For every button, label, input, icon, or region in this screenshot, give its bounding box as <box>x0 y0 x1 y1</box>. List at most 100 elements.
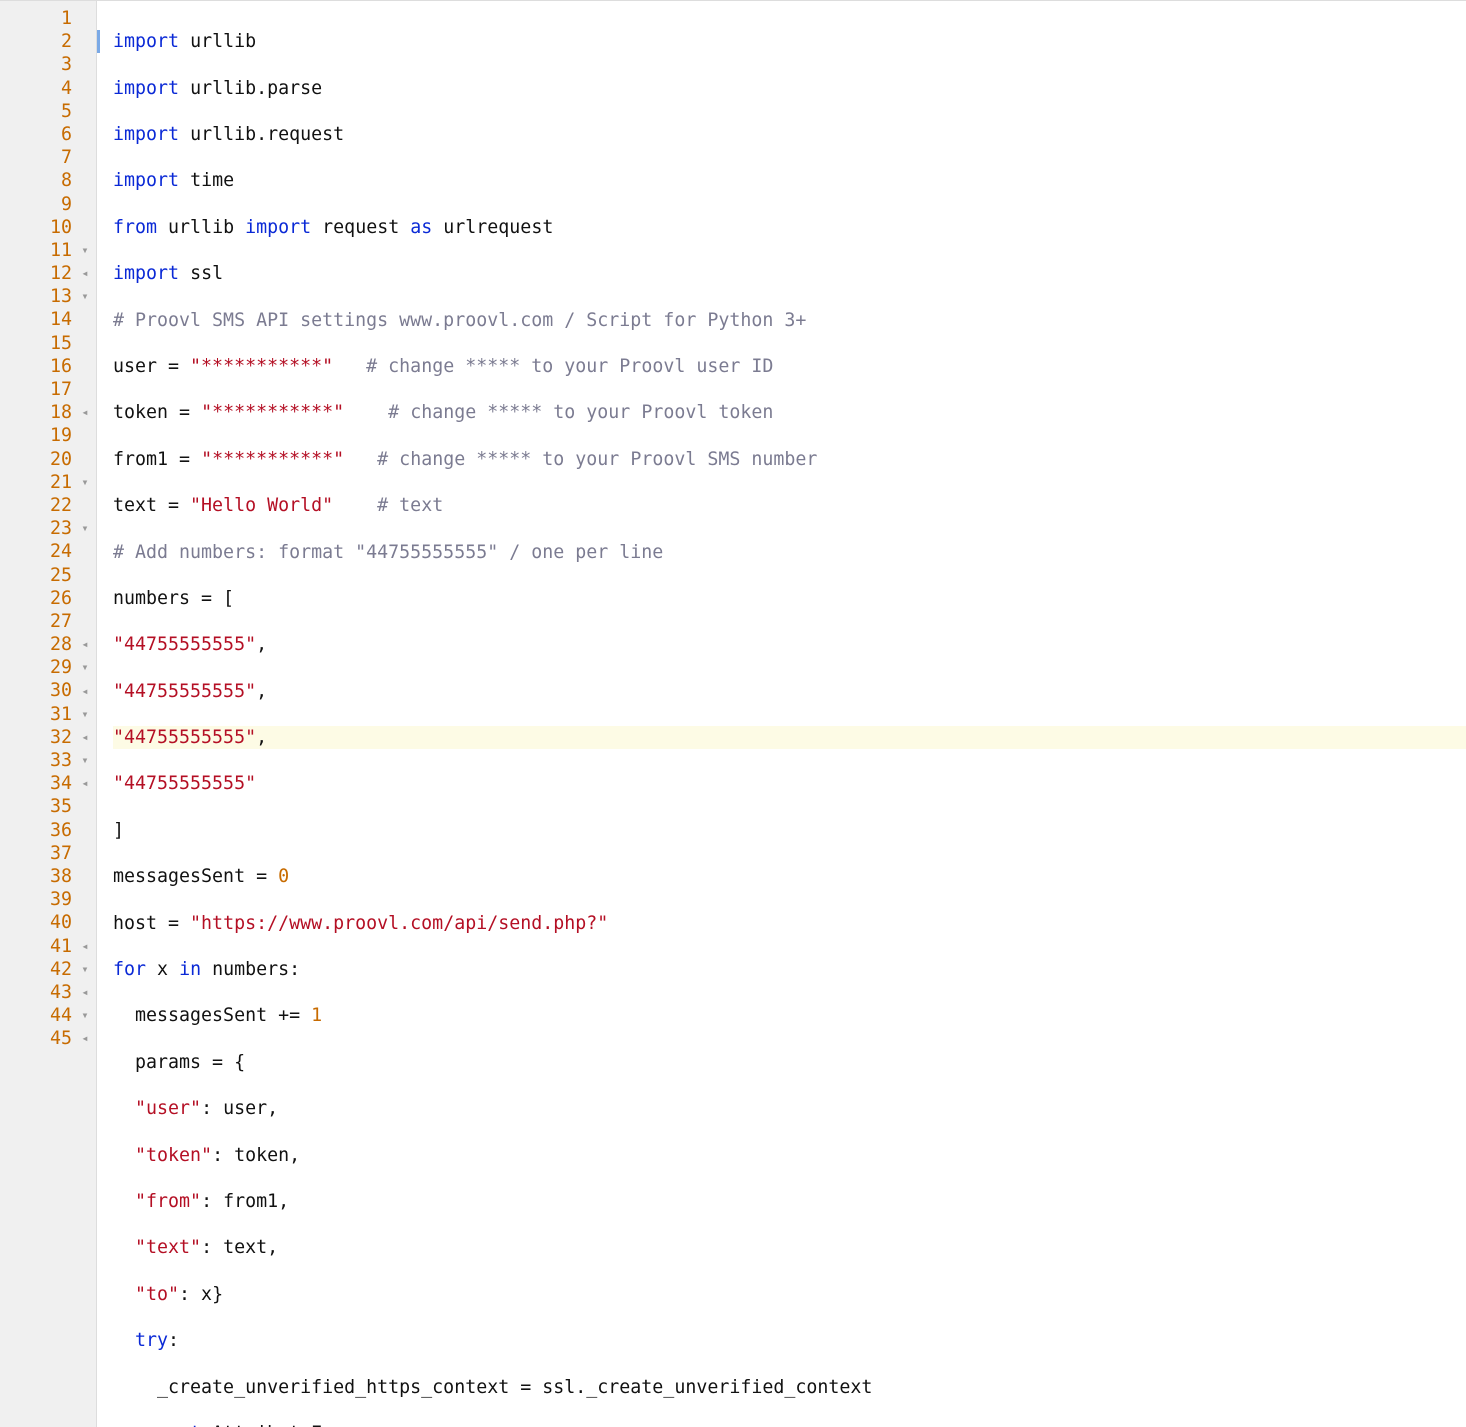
comment: # Proovl SMS API settings www.proovl.com… <box>113 310 806 331</box>
fold-icon[interactable]: ▾ <box>76 656 94 679</box>
gutter-row[interactable]: 27 <box>0 610 96 633</box>
gutter-row[interactable]: 9 <box>0 193 96 216</box>
gutter-row[interactable]: 35 <box>0 795 96 818</box>
gutter-row[interactable]: 14 <box>0 308 96 331</box>
comment: # text <box>333 495 443 516</box>
gutter-row[interactable]: 45◂ <box>0 1027 96 1050</box>
fold-icon[interactable]: ◂ <box>76 401 94 424</box>
line-number: 35 <box>36 795 76 818</box>
gutter-row[interactable]: 5 <box>0 100 96 123</box>
string-literal: "***********" <box>201 402 344 423</box>
gutter-row[interactable]: 26 <box>0 587 96 610</box>
gutter-row[interactable]: 22 <box>0 494 96 517</box>
fold-icon[interactable]: ◂ <box>76 935 94 958</box>
line-number: 2 <box>36 30 76 53</box>
gutter-row[interactable]: 18◂ <box>0 401 96 424</box>
comment: # Add numbers: format "44755555555" / on… <box>113 542 663 563</box>
gutter-row[interactable]: 39 <box>0 888 96 911</box>
highlighted-line: "44755555555", <box>113 726 1466 749</box>
line-number: 20 <box>36 448 76 471</box>
fold-icon[interactable]: ▾ <box>76 749 94 772</box>
fold-icon[interactable]: ▾ <box>76 471 94 494</box>
string-literal: "44755555555" <box>113 634 256 655</box>
gutter-row[interactable]: 40 <box>0 911 96 934</box>
string-literal: "44755555555" <box>113 773 256 794</box>
gutter-row[interactable]: 43◂ <box>0 981 96 1004</box>
line-number: 1 <box>36 7 76 30</box>
gutter-row[interactable]: 38 <box>0 865 96 888</box>
gutter-row[interactable]: 34◂ <box>0 772 96 795</box>
gutter-row[interactable]: 23▾ <box>0 517 96 540</box>
line-number: 28 <box>36 633 76 656</box>
line-number-gutter[interactable]: 1234567891011▾12◂13▾1415161718◂192021▾22… <box>0 1 97 1427</box>
gutter-row[interactable]: 21▾ <box>0 471 96 494</box>
gutter-row[interactable]: 1 <box>0 7 96 30</box>
fold-icon[interactable]: ◂ <box>76 726 94 749</box>
fold-icon[interactable]: ◂ <box>76 981 94 1004</box>
line-number: 19 <box>36 424 76 447</box>
gutter-row[interactable]: 41◂ <box>0 935 96 958</box>
gutter-row[interactable]: 30◂ <box>0 679 96 702</box>
fold-icon[interactable]: ◂ <box>76 262 94 285</box>
gutter-row[interactable]: 42▾ <box>0 958 96 981</box>
gutter-row[interactable]: 36 <box>0 819 96 842</box>
gutter-row[interactable]: 15 <box>0 332 96 355</box>
fold-icon[interactable]: ◂ <box>76 680 94 703</box>
fold-icon[interactable]: ▾ <box>76 958 94 981</box>
keyword-in: in <box>179 959 201 980</box>
line-number: 44 <box>36 1004 76 1027</box>
line-number: 33 <box>36 749 76 772</box>
line-number: 15 <box>36 332 76 355</box>
line-number: 21 <box>36 471 76 494</box>
comment: # change ***** to your Proovl user ID <box>333 356 773 377</box>
gutter-row[interactable]: 24 <box>0 540 96 563</box>
fold-icon[interactable]: ▾ <box>76 517 94 540</box>
line-number: 16 <box>36 355 76 378</box>
line-number: 23 <box>36 517 76 540</box>
line-number: 14 <box>36 308 76 331</box>
fold-icon[interactable]: ▾ <box>76 239 94 262</box>
fold-icon[interactable]: ◂ <box>76 1027 94 1050</box>
fold-icon[interactable]: ▾ <box>76 703 94 726</box>
gutter-row[interactable]: 25 <box>0 564 96 587</box>
keyword-import: import <box>113 263 179 284</box>
keyword-import: import <box>113 78 179 99</box>
keyword-except: except <box>135 1423 201 1427</box>
gutter-row[interactable]: 20 <box>0 448 96 471</box>
fold-icon[interactable]: ◂ <box>76 633 94 656</box>
gutter-row[interactable]: 29▾ <box>0 656 96 679</box>
gutter-row[interactable]: 16 <box>0 355 96 378</box>
gutter-row[interactable]: 33▾ <box>0 749 96 772</box>
gutter-row[interactable]: 2 <box>0 30 96 53</box>
fold-icon[interactable]: ▾ <box>76 1004 94 1027</box>
gutter-row[interactable]: 11▾ <box>0 239 96 262</box>
gutter-row[interactable]: 3 <box>0 53 96 76</box>
gutter-row[interactable]: 31▾ <box>0 703 96 726</box>
line-number: 5 <box>36 100 76 123</box>
gutter-row[interactable]: 17 <box>0 378 96 401</box>
gutter-row[interactable]: 44▾ <box>0 1004 96 1027</box>
gutter-row[interactable]: 19 <box>0 424 96 447</box>
keyword-try: try <box>135 1330 168 1351</box>
string-literal: "***********" <box>190 356 333 377</box>
gutter-row[interactable]: 28◂ <box>0 633 96 656</box>
fold-icon[interactable]: ◂ <box>76 772 94 795</box>
string-literal: "Hello World" <box>190 495 333 516</box>
gutter-row[interactable]: 8 <box>0 169 96 192</box>
line-number: 38 <box>36 865 76 888</box>
line-number: 18 <box>36 401 76 424</box>
gutter-row[interactable]: 4 <box>0 77 96 100</box>
fold-icon[interactable]: ▾ <box>76 285 94 308</box>
gutter-row[interactable]: 12◂ <box>0 262 96 285</box>
line-number: 40 <box>36 911 76 934</box>
line-number: 34 <box>36 772 76 795</box>
code-area[interactable]: import urllib import urllib.parse import… <box>97 1 1466 1427</box>
gutter-row[interactable]: 32◂ <box>0 726 96 749</box>
gutter-row[interactable]: 37 <box>0 842 96 865</box>
line-number: 7 <box>36 146 76 169</box>
gutter-row[interactable]: 13▾ <box>0 285 96 308</box>
gutter-row[interactable]: 7 <box>0 146 96 169</box>
gutter-row[interactable]: 6 <box>0 123 96 146</box>
module-name: urllib.parse <box>190 78 322 99</box>
gutter-row[interactable]: 10 <box>0 216 96 239</box>
